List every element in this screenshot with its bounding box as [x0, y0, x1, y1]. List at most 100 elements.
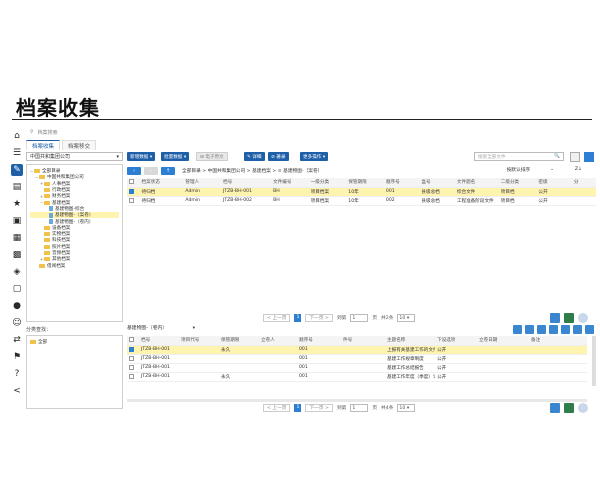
row-select-cell[interactable] [127, 372, 139, 382]
help-icon[interactable]: ? [11, 368, 23, 380]
excel-icon[interactable] [564, 403, 574, 413]
users-icon[interactable]: ☺ [11, 317, 23, 329]
row-select-cell[interactable] [127, 187, 140, 197]
breadcrumb-item[interactable]: 档案搜索 [38, 129, 58, 136]
row-checkbox[interactable] [129, 355, 134, 361]
sub-table-title: 基建物图-（卷内） [127, 326, 168, 331]
table-row[interactable]: 待归档 Admin JTZB-BH-001 BH 项目档案 10年 001 县级总档 综合文件项… [127, 187, 596, 197]
goto-page-input[interactable]: 1 [350, 404, 369, 412]
prev-page-button[interactable]: < 上一页 [263, 314, 291, 322]
page-size-select[interactable]: 10 ▾ [397, 314, 416, 322]
add-icon[interactable] [513, 325, 522, 334]
sub-table-select[interactable]: 基建物图-（卷内） ▾ [127, 324, 195, 331]
table-cell: 公开 [435, 363, 477, 373]
copy-icon[interactable] [537, 325, 546, 334]
table-cell: JTZB-BH-001 [220, 187, 272, 197]
file-icon[interactable]: ▣ [11, 215, 23, 227]
search-icon[interactable]: 🔍 [554, 154, 560, 159]
book-icon[interactable]: ▢ [11, 283, 23, 295]
export-icon[interactable] [550, 403, 560, 413]
archive-icon[interactable]: ☰ [11, 147, 23, 159]
checkbox[interactable] [129, 179, 134, 185]
electronic-original-button[interactable]: ⊞ 电子原文 [196, 152, 228, 161]
chat-icon[interactable]: ● [11, 300, 23, 312]
network-icon[interactable]: < [11, 385, 23, 397]
table-cell: 001 [297, 363, 341, 373]
next-page-button[interactable]: 下一页 > [305, 404, 333, 412]
add-data-button[interactable]: 新增数据 ▾ [127, 152, 156, 161]
prev-page-button[interactable]: < 上一页 [263, 404, 291, 412]
row-select-cell[interactable] [127, 354, 139, 364]
search-input[interactable]: 搜索全部文件 🔍 [474, 152, 564, 161]
settings-icon[interactable] [585, 325, 594, 334]
table-row[interactable]: JTZB-BH-001 永久 001 上报有关基建工作的文件 公开 [127, 345, 587, 355]
preview-icon[interactable] [578, 403, 588, 413]
row-checkbox[interactable] [129, 373, 134, 379]
location-icon[interactable]: ⚑ [11, 351, 23, 363]
vertical-scrollbar[interactable] [592, 336, 596, 386]
sort-select[interactable]: 按默认排序 ⌄ [507, 167, 554, 173]
table-cell [179, 354, 219, 364]
delete-icon[interactable] [573, 325, 582, 334]
share-icon[interactable]: ⇄ [11, 334, 23, 346]
attach-icon[interactable] [561, 325, 570, 334]
row-checkbox[interactable] [129, 364, 134, 370]
table-cell: 001 [297, 372, 341, 382]
row-checkbox[interactable] [129, 197, 134, 203]
horizontal-scrollbar[interactable] [127, 399, 587, 402]
chevron-down-icon: ▾ [192, 326, 196, 331]
company-select[interactable]: 中国共和集团公司 ▾ [26, 152, 123, 161]
batch-data-button[interactable]: 批量数据 ▾ [161, 152, 190, 161]
sub-archive-table: 档号 项目代号 保管期限 立卷人 顺序号 件号 主题名称 下设选项 立卷日期 备注 JTZB-BH-… [127, 336, 587, 382]
row-checkbox[interactable] [129, 346, 134, 352]
edit-icon[interactable]: ✎ [11, 164, 23, 176]
gallery-icon[interactable]: ▦ [11, 232, 23, 244]
row-checkbox[interactable] [129, 188, 134, 194]
table-cell: 综合文件 [454, 187, 499, 197]
more-actions-button[interactable]: 更多操作 ▾ [300, 152, 329, 161]
row-select-cell[interactable] [127, 345, 139, 355]
star-icon[interactable]: ★ [11, 198, 23, 210]
table-row[interactable]: JTZB-BH-001 001 基建工作总结报告 公开 [127, 363, 587, 373]
catalog-button[interactable]: ⊘ 著录 [268, 152, 289, 161]
export-icon[interactable] [550, 313, 560, 323]
list-view-button[interactable] [584, 152, 594, 162]
up-button[interactable]: ↑ [161, 166, 175, 175]
table-header-row: 档案状态 管理人 档号 文件编号 一级分类 保管期限 顺序号 盒号 文件题名 二级分类 密级分 [127, 178, 596, 188]
select-all-checkbox[interactable] [127, 336, 139, 346]
excel-icon[interactable] [564, 313, 574, 323]
row-select-cell[interactable] [127, 196, 140, 206]
forward-button[interactable]: › [144, 166, 158, 175]
tab-archive-transfer[interactable]: 档案移交 [62, 140, 97, 150]
move-icon[interactable] [549, 325, 558, 334]
back-button[interactable]: ‹ [127, 166, 141, 175]
lock-icon[interactable]: ▩ [11, 249, 23, 261]
table-cell: 10年 [346, 196, 384, 206]
row-select-cell[interactable] [127, 363, 139, 373]
page-title: 档案收集 [16, 96, 100, 120]
detail-button[interactable]: ✎ 详细 [244, 152, 265, 161]
sort-order-toggle[interactable]: Z↓ [575, 167, 582, 172]
home-icon[interactable]: ⌂ [11, 130, 23, 142]
column-header: 文件题名 [454, 178, 499, 188]
select-all-checkbox[interactable] [127, 178, 140, 188]
table-row[interactable]: JTZB-BH-001 永久 001 基建工作年度（季度）计划公开 [127, 372, 587, 382]
category-node-all[interactable]: 全部 [30, 339, 119, 345]
goto-page-input[interactable]: 1 [350, 314, 369, 322]
tree-node[interactable]: 借阅档案 [30, 262, 119, 269]
settings-icon[interactable]: ◈ [11, 266, 23, 278]
edit-icon[interactable] [525, 325, 534, 334]
page-size-select[interactable]: 10 ▾ [397, 404, 416, 412]
table-cell [529, 363, 587, 373]
grid-view-button[interactable] [570, 152, 580, 162]
current-page[interactable]: 1 [294, 404, 302, 412]
stats-icon[interactable]: ▤ [11, 181, 23, 193]
table-cell [219, 354, 259, 364]
table-row[interactable]: 待归档 Admin JTZB-BH-002 BH 项目档案 10年 002 县级总档 工程准备阶… [127, 196, 596, 206]
preview-icon[interactable] [578, 313, 588, 323]
table-row[interactable]: JTZB-BH-001 001 基建工作规章制度 公开 [127, 354, 587, 364]
current-page[interactable]: 1 [294, 314, 302, 322]
checkbox[interactable] [129, 337, 134, 343]
tab-archive-collect[interactable]: 档案收集 [26, 140, 61, 150]
next-page-button[interactable]: 下一页 > [305, 314, 333, 322]
